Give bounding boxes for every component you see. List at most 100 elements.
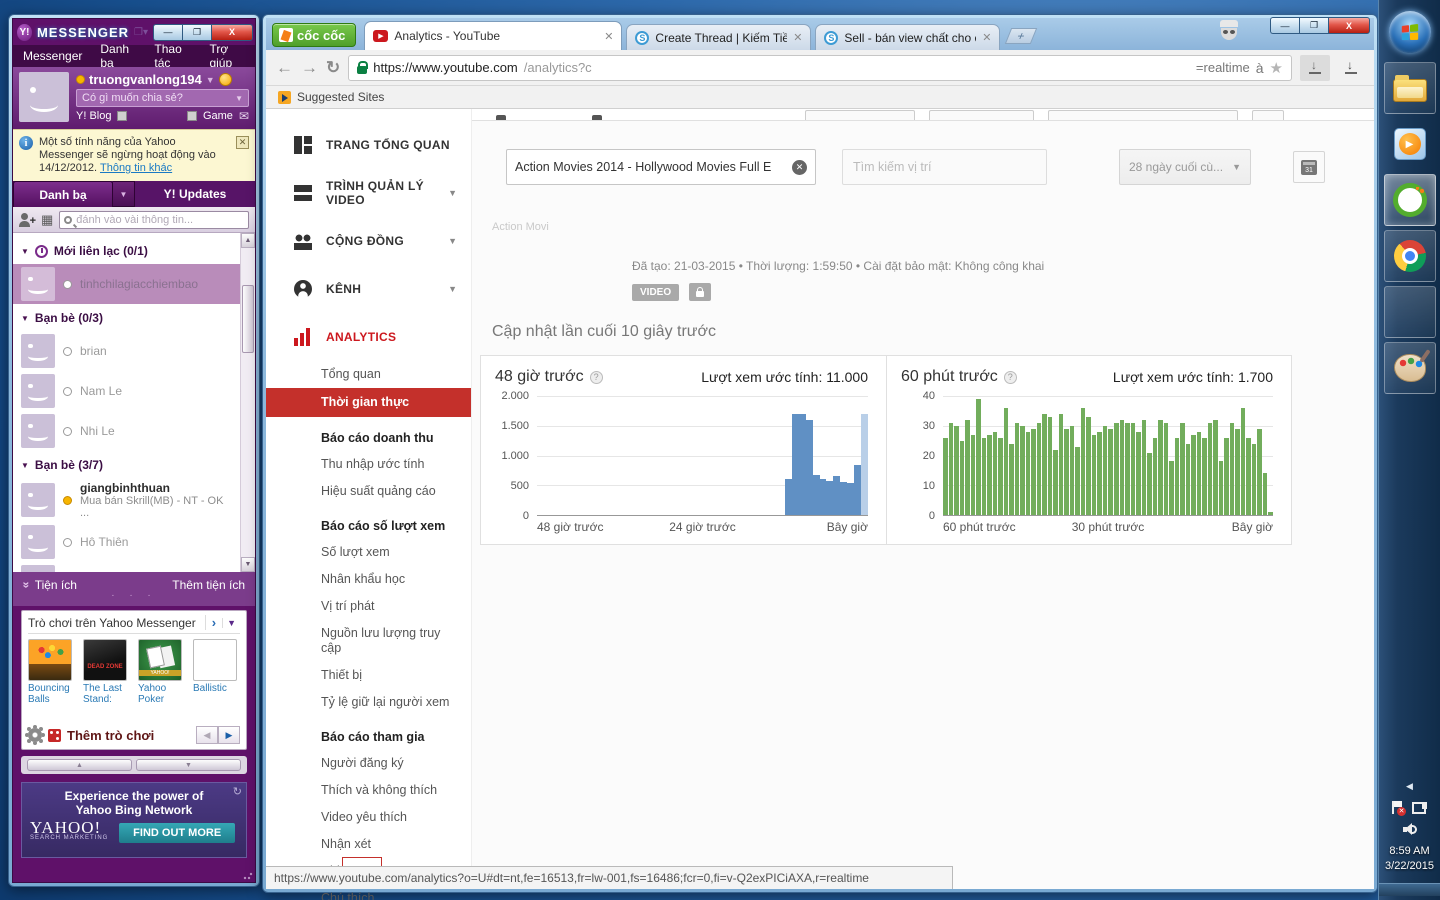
y-blog-link[interactable]: Y! Blog — [76, 110, 111, 122]
scroll-thumb[interactable] — [242, 285, 254, 354]
splitter-up-icon[interactable]: ▲ — [27, 759, 132, 771]
vietnamese-input-icon[interactable]: à — [1256, 60, 1264, 76]
tab-close-icon[interactable]: ✕ — [793, 31, 802, 44]
help-icon[interactable]: ? — [589, 370, 603, 384]
taskbar-messenger-button[interactable] — [1383, 286, 1436, 338]
sidebar-item-so-luot-xem[interactable]: Số lượt xem — [266, 539, 471, 566]
game-label[interactable]: Ballistic — [193, 683, 239, 694]
sidebar-item-thu-nhap-uoc-tinh[interactable]: Thu nhập ước tính — [266, 451, 471, 478]
scroll-up-icon[interactable]: ▲ — [241, 233, 255, 248]
download-active-button[interactable] — [1300, 54, 1330, 81]
clear-filter-icon[interactable]: ✕ — [792, 159, 807, 175]
pager-prev-icon[interactable]: ◀ — [196, 726, 218, 744]
forward-button[interactable]: → — [301, 58, 318, 78]
sidebar-item-thich-va-khong-thich[interactable]: Thích và không thích — [266, 777, 471, 804]
pager-next-icon[interactable]: ▶ — [218, 726, 240, 744]
sidebar-item-trinh-quan-ly-video[interactable]: TRÌNH QUẢN LÝ VIDEO ▼ — [266, 169, 471, 217]
find-out-more-button[interactable]: FIND OUT MORE — [119, 823, 236, 843]
sidebar-item-nguon-luu-luong-truy-cap[interactable]: Nguồn lưu lượng truy cập — [266, 620, 471, 662]
tab-updates[interactable]: Y! Updates — [135, 181, 255, 207]
sidebar-item-trang-tong-quan[interactable]: TRANG TỔNG QUAN — [266, 121, 471, 169]
show-desktop-button[interactable] — [1378, 883, 1440, 896]
contact-row[interactable]: brian — [13, 331, 240, 371]
contact-group-header[interactable]: ▼ Mới liên lạc (0/1) — [13, 237, 240, 264]
ad-banner[interactable]: ↻ Experience the power of Yahoo Bing Net… — [21, 782, 247, 858]
collapse-triangle-icon[interactable]: ▼ — [21, 461, 29, 470]
status-message-input[interactable]: Có gì muốn chia sẻ? ▼ — [76, 89, 249, 107]
grid-view-icon[interactable]: ▦ — [41, 213, 53, 226]
action-center-icon[interactable]: ✕ — [1392, 801, 1406, 816]
coccoc-menu-button[interactable]: cốc cốc — [272, 23, 357, 47]
clock[interactable]: 8:59 AM 3/22/2015 — [1385, 844, 1434, 874]
contact-group-header[interactable]: ▼ Bạn bè (0/3) — [13, 304, 240, 331]
sidebar-item-vi-tri-phat[interactable]: Vị trí phát — [266, 593, 471, 620]
contact-row[interactable]: giangbinhthuan Mua bán Skrill(MB) - NT - … — [13, 478, 240, 522]
contact-scrollbar[interactable]: ▲ ▼ — [240, 233, 255, 572]
game-label[interactable]: Bouncing Balls — [28, 683, 74, 705]
date-range-dropdown[interactable]: 28 ngày cuối cù... ▼ — [1119, 149, 1251, 185]
hidden-icons-chevron[interactable]: ◀ — [1406, 781, 1413, 792]
game-label[interactable]: Yahoo Poker — [138, 683, 184, 705]
scroll-track[interactable] — [241, 248, 255, 557]
game-link[interactable]: Game — [203, 110, 233, 122]
drag-handle[interactable]: · · · — [13, 591, 255, 601]
downloads-icon[interactable] — [1338, 55, 1364, 81]
video-filter-input[interactable] — [515, 160, 792, 174]
network-icon[interactable] — [1412, 801, 1427, 814]
taskbar-chrome-button[interactable] — [1383, 230, 1436, 282]
game-label[interactable]: The Last Stand: — [83, 683, 129, 705]
contact-row[interactable]: Nhi Le — [13, 411, 240, 451]
game-icon[interactable] — [186, 111, 197, 121]
location-search-input[interactable] — [842, 149, 1047, 185]
contact-row[interactable]: Hô Thiên — [13, 522, 240, 562]
contact-row[interactable]: Nam Le — [13, 371, 240, 411]
menu-thao-tac[interactable]: Thao tác — [154, 42, 191, 70]
tab-contacts[interactable]: Danh bạ — [13, 181, 113, 207]
resize-grip[interactable] — [243, 870, 253, 880]
panel-splitter[interactable]: ▲ ▼ — [21, 756, 247, 774]
tab-close-icon[interactable]: ✕ — [604, 30, 613, 43]
blog-icon[interactable] — [117, 111, 128, 121]
sidebar-item-hieu-suat-quang-cao[interactable]: Hiệu suất quảng cáo — [266, 478, 471, 505]
game-tile-yahoo-poker[interactable]: Yahoo Poker — [138, 639, 184, 705]
taskbar-wmp-button[interactable] — [1384, 118, 1436, 170]
scrolled-header-button[interactable] — [1252, 110, 1284, 120]
help-icon[interactable]: ? — [1003, 370, 1017, 384]
scrolled-header-button[interactable] — [1048, 110, 1238, 120]
search-input[interactable] — [76, 213, 244, 226]
bookmark-star-icon[interactable]: ★ — [1270, 59, 1283, 77]
back-button[interactable]: ← — [276, 58, 293, 78]
more-plugins-link[interactable]: Thêm tiện ích — [172, 578, 245, 592]
chevron-down-icon[interactable]: ▼ — [113, 181, 135, 207]
sidebar-item-nhan-khau-hoc[interactable]: Nhân khẩu học — [266, 566, 471, 593]
avatar[interactable] — [19, 72, 69, 122]
add-contact-icon[interactable] — [19, 212, 36, 227]
maximize-button[interactable]: ❐ — [182, 23, 211, 41]
collapse-triangle-icon[interactable]: ▼ — [21, 247, 29, 256]
sidebar-item-nguoi-ang-ky[interactable]: Người đăng ký — [266, 750, 471, 777]
scroll-down-icon[interactable]: ▼ — [241, 557, 255, 572]
sidebar-item-thiet-bi[interactable]: Thiết bị — [266, 662, 471, 689]
address-bar[interactable]: https://www.youtube.com /analytics?c =re… — [348, 54, 1292, 81]
menu-messenger[interactable]: Messenger — [23, 49, 82, 63]
close-button[interactable]: X — [211, 23, 253, 41]
volume-icon[interactable] — [1402, 823, 1417, 835]
sidebar-item-kenh[interactable]: KÊNH ▼ — [266, 265, 471, 313]
game-tile-the-last-stand[interactable]: The Last Stand: — [83, 639, 129, 705]
chevron-down-icon[interactable]: ▼ — [235, 94, 243, 103]
contact-search[interactable] — [59, 210, 249, 229]
bookmark-item[interactable]: Suggested Sites — [297, 90, 384, 104]
scrolled-header-button[interactable] — [929, 110, 1034, 120]
arrow-right-icon[interactable]: › — [204, 615, 222, 630]
minimize-button[interactable]: — — [1270, 17, 1299, 34]
menu-tro-giup[interactable]: Trợ giúp — [209, 42, 245, 70]
splitter-down-icon[interactable]: ▼ — [136, 759, 241, 771]
calendar-button[interactable]: 31 — [1293, 151, 1325, 183]
cascade-icon[interactable]: ❐▾ — [134, 27, 148, 38]
sidebar-item-analytics[interactable]: ANALYTICS — [266, 313, 471, 361]
sidebar-item-tong-quan[interactable]: Tổng quan — [266, 361, 471, 388]
contact-group-header[interactable]: ▼ Bạn bè (3/7) — [13, 451, 240, 478]
scrolled-header-button[interactable] — [805, 110, 915, 120]
reload-button[interactable]: ↻ — [326, 58, 340, 78]
contact-row[interactable]: tinhchilagiacchiembao — [13, 264, 240, 304]
